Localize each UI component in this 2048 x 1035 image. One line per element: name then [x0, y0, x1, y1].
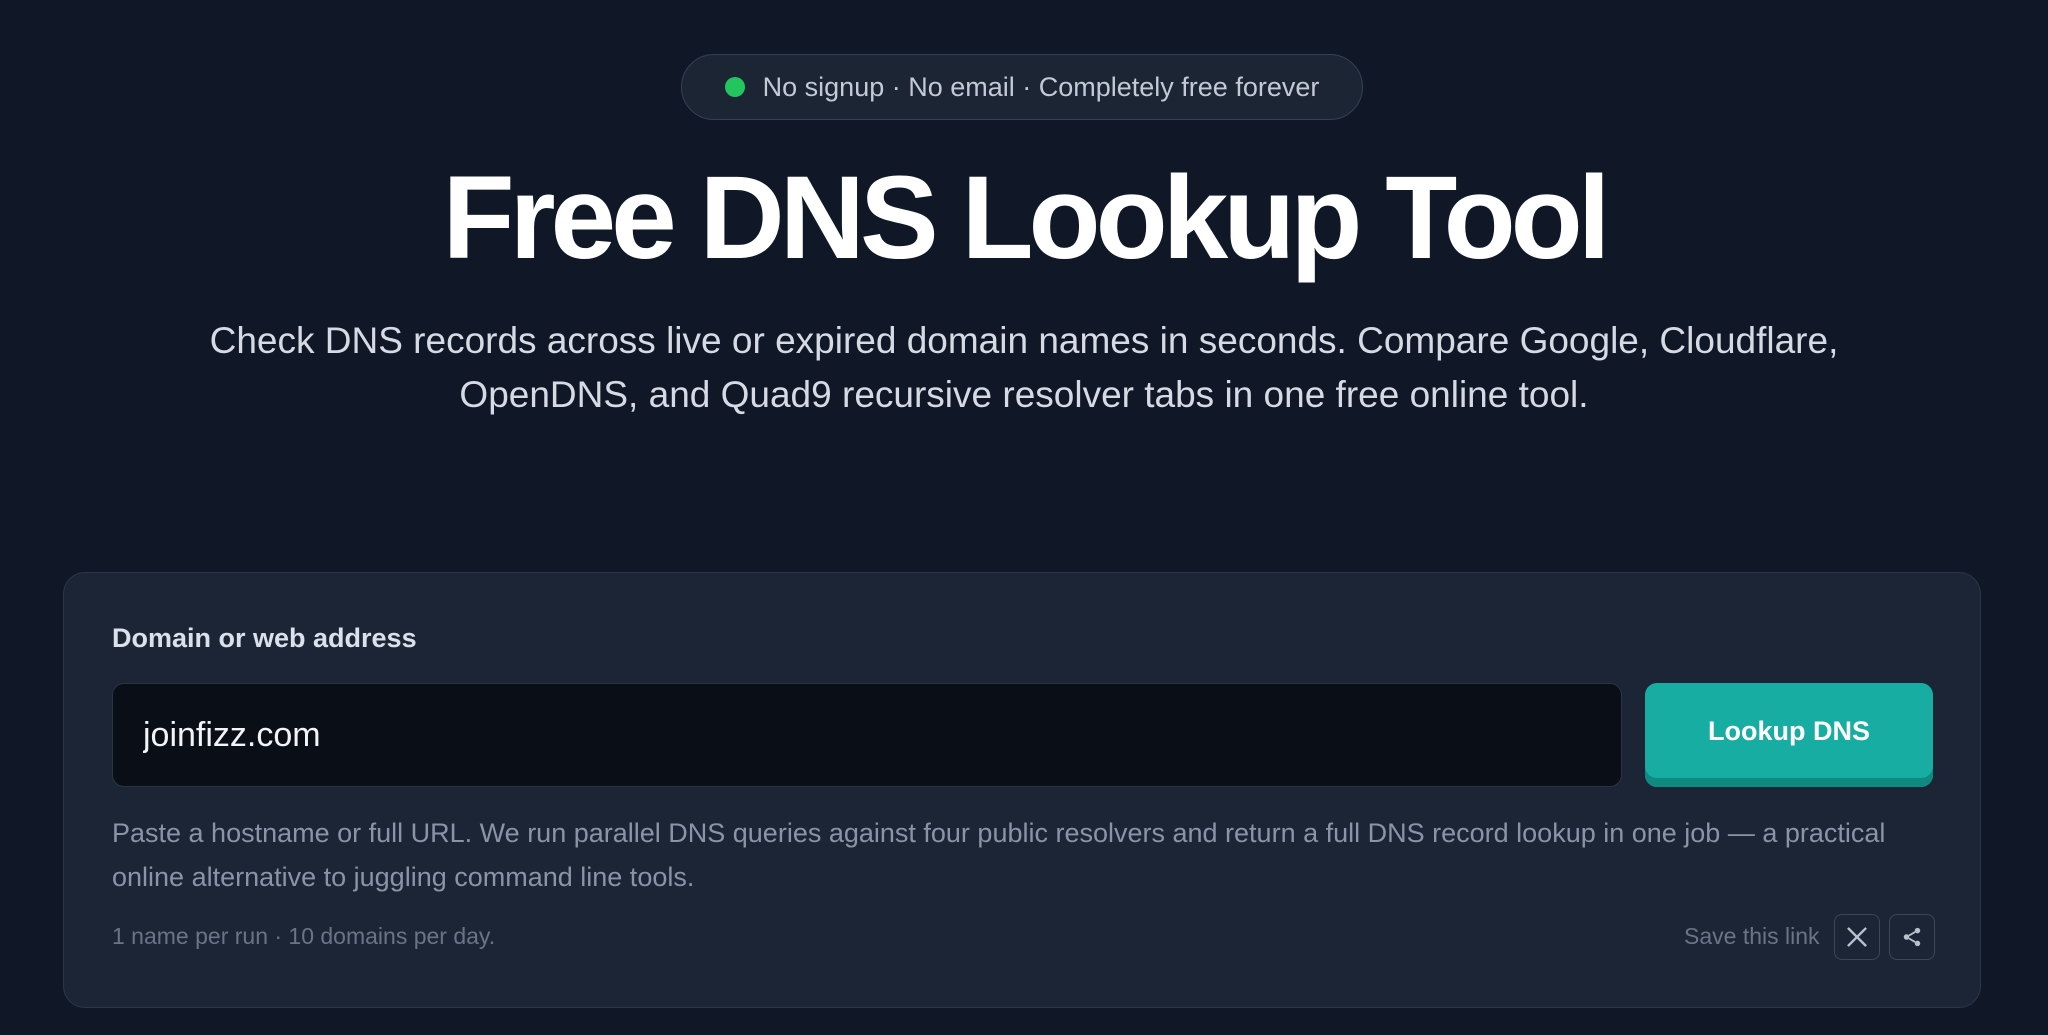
status-dot-icon [724, 77, 745, 97]
help-text: Paste a hostname or full URL. We run par… [112, 818, 1886, 892]
domain-input[interactable] [112, 683, 1622, 787]
lookup-card: Domain or web address Lookup DNS Paste a… [63, 572, 1981, 1008]
domain-field-label: Domain or web address [112, 623, 417, 653]
page-subtitle: Check DNS records across live or expired… [209, 320, 1839, 415]
share-x-button[interactable] [1834, 914, 1880, 960]
feature-badge: No signup · No email · Completely free f… [681, 54, 1363, 120]
page-title: Free DNS Lookup Tool [442, 152, 1610, 284]
save-link-label: Save this link [1684, 923, 1820, 949]
share-icon [1903, 927, 1921, 947]
lookup-dns-button[interactable]: Lookup DNS [1645, 683, 1933, 787]
x-icon [1847, 927, 1867, 947]
badge-text: No signup · No email · Completely free f… [762, 71, 1320, 102]
share-button[interactable] [1889, 914, 1935, 960]
usage-limits-text: 1 name per run · 10 domains per day. [112, 923, 496, 949]
